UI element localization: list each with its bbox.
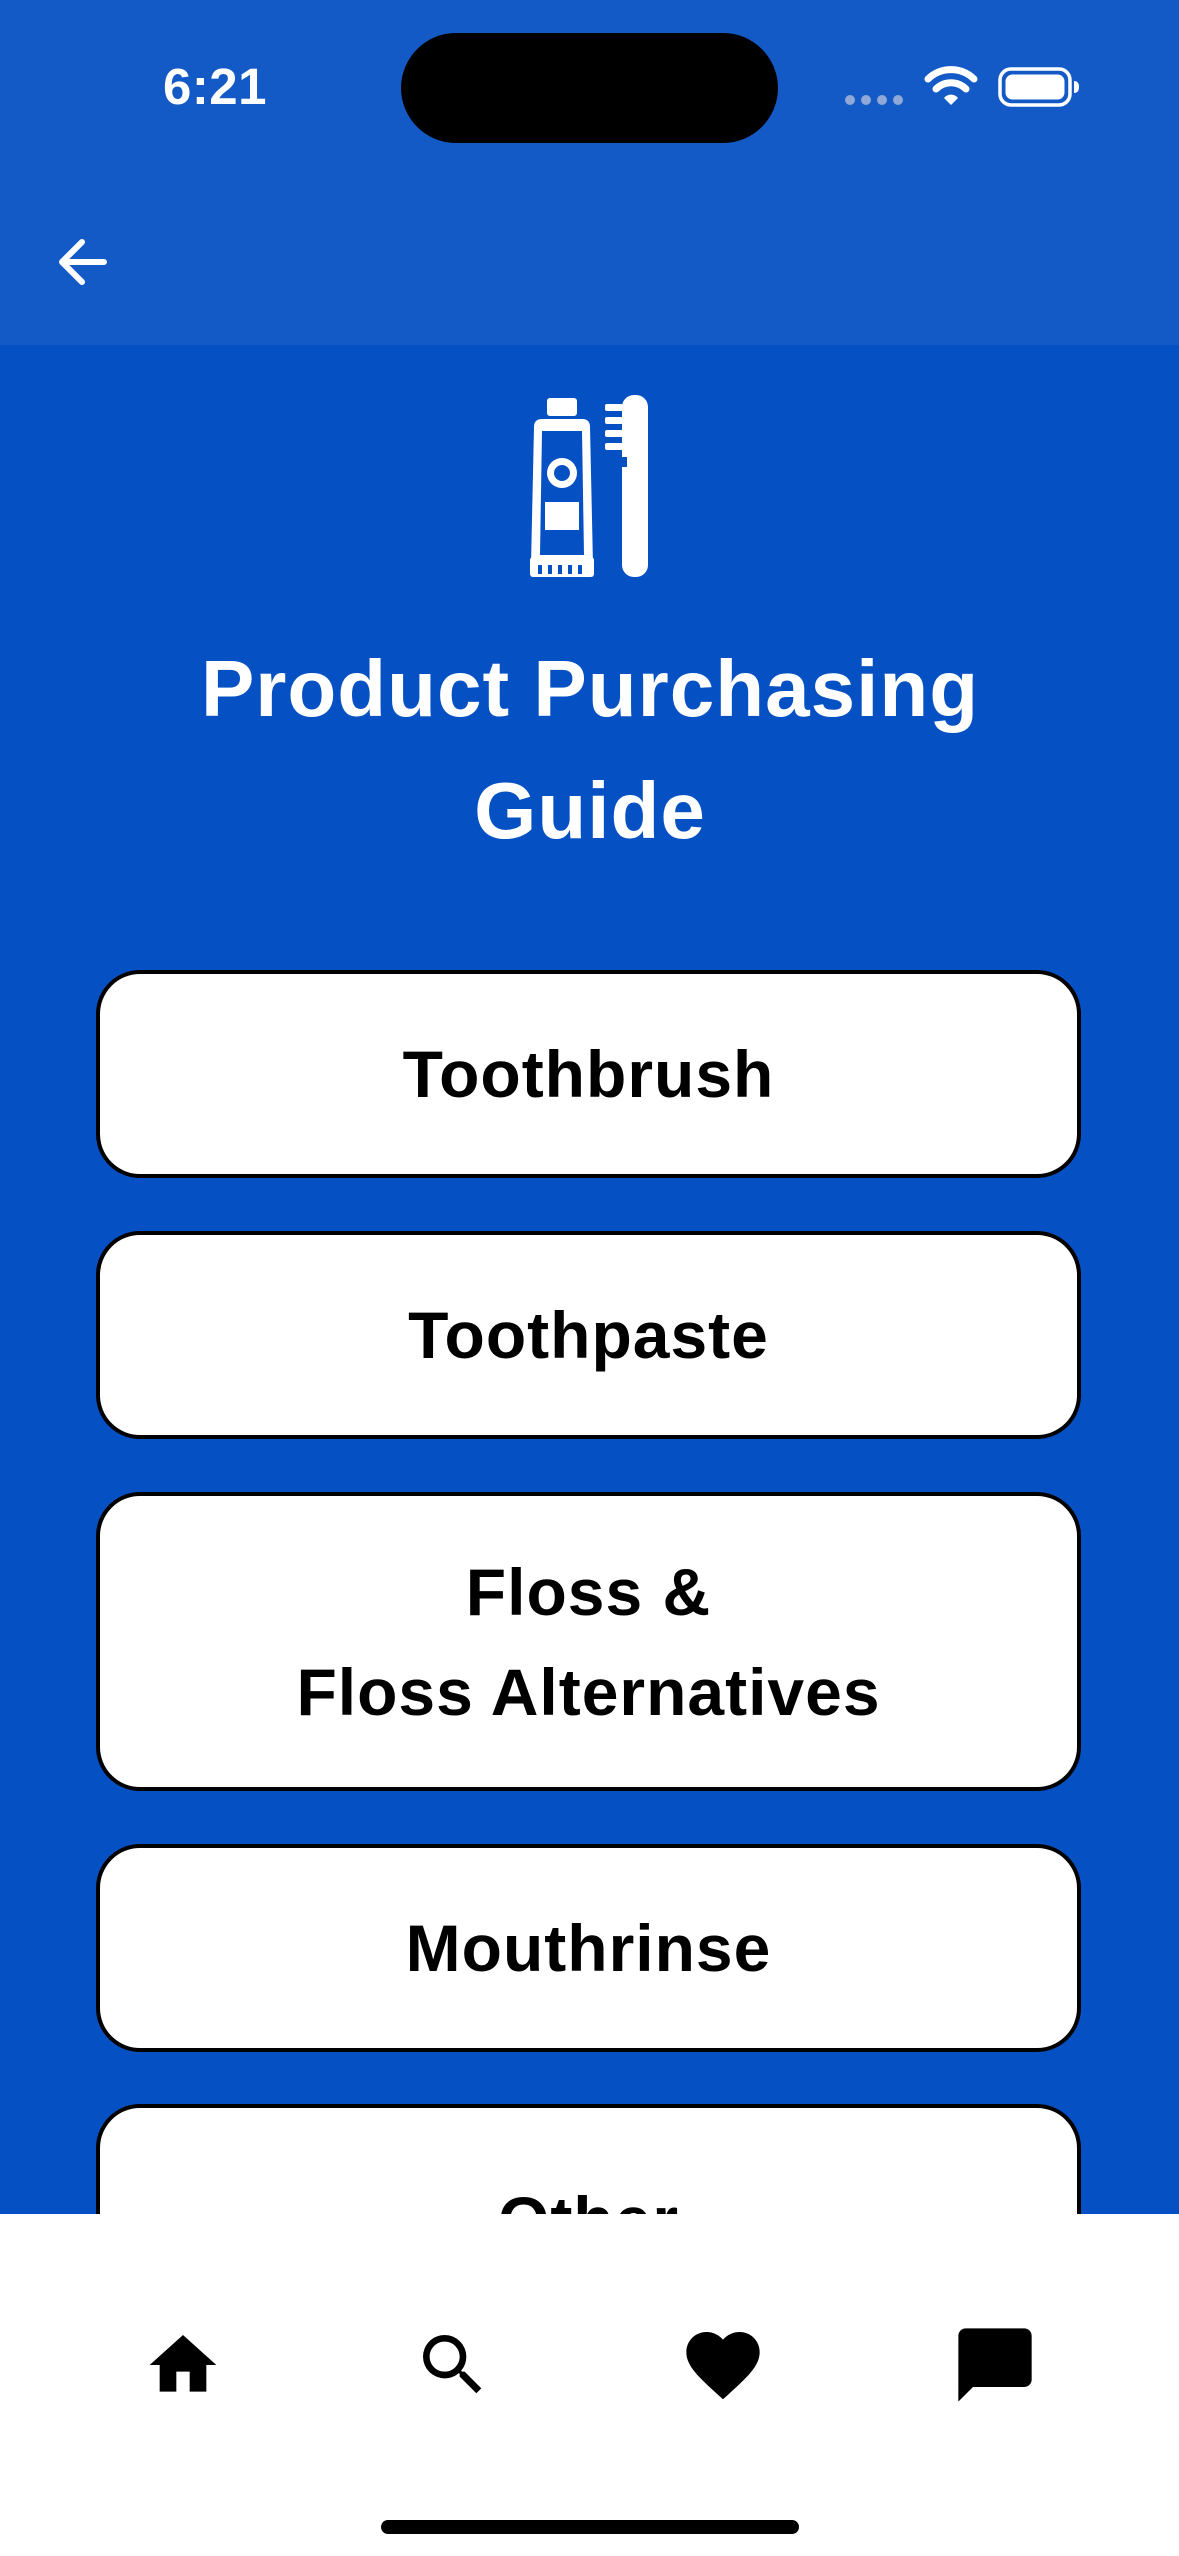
nav-chat[interactable] — [940, 2310, 1050, 2420]
toothbrush-label: Toothbrush — [402, 1037, 775, 1111]
nav-search[interactable] — [398, 2310, 508, 2420]
home-indicator[interactable] — [381, 2520, 799, 2534]
back-button[interactable] — [44, 222, 124, 302]
mouthrinse-label: Mouthrinse — [405, 1911, 772, 1985]
toothpaste-button[interactable]: Toothpaste — [96, 1231, 1081, 1439]
toothbrush-button[interactable]: Toothbrush — [96, 970, 1081, 1178]
heart-icon — [686, 2332, 760, 2400]
nav-favorites[interactable] — [668, 2310, 778, 2420]
cellular-dots-icon — [845, 95, 903, 105]
search-icon — [423, 2335, 482, 2394]
chat-icon — [958, 2328, 1032, 2402]
top-app-area: 6:21 — [0, 0, 1179, 345]
toothpaste-toothbrush-icon — [530, 395, 648, 577]
mouthrinse-button[interactable]: Mouthrinse — [96, 1844, 1081, 2052]
battery-icon — [998, 67, 1079, 107]
toothpaste-label: Toothpaste — [408, 1298, 769, 1372]
floss-label: Floss & Floss Alternatives — [296, 1554, 881, 1729]
dynamic-island — [401, 33, 778, 143]
home-icon — [149, 2335, 217, 2392]
page-title: Product Purchasing Guide — [200, 644, 980, 855]
wifi-icon — [924, 66, 978, 105]
floss-button[interactable]: Floss & Floss Alternatives — [96, 1492, 1081, 1791]
nav-home[interactable] — [128, 2310, 238, 2420]
status-time: 6:21 — [162, 58, 268, 115]
bottom-navigation — [0, 2214, 1179, 2556]
